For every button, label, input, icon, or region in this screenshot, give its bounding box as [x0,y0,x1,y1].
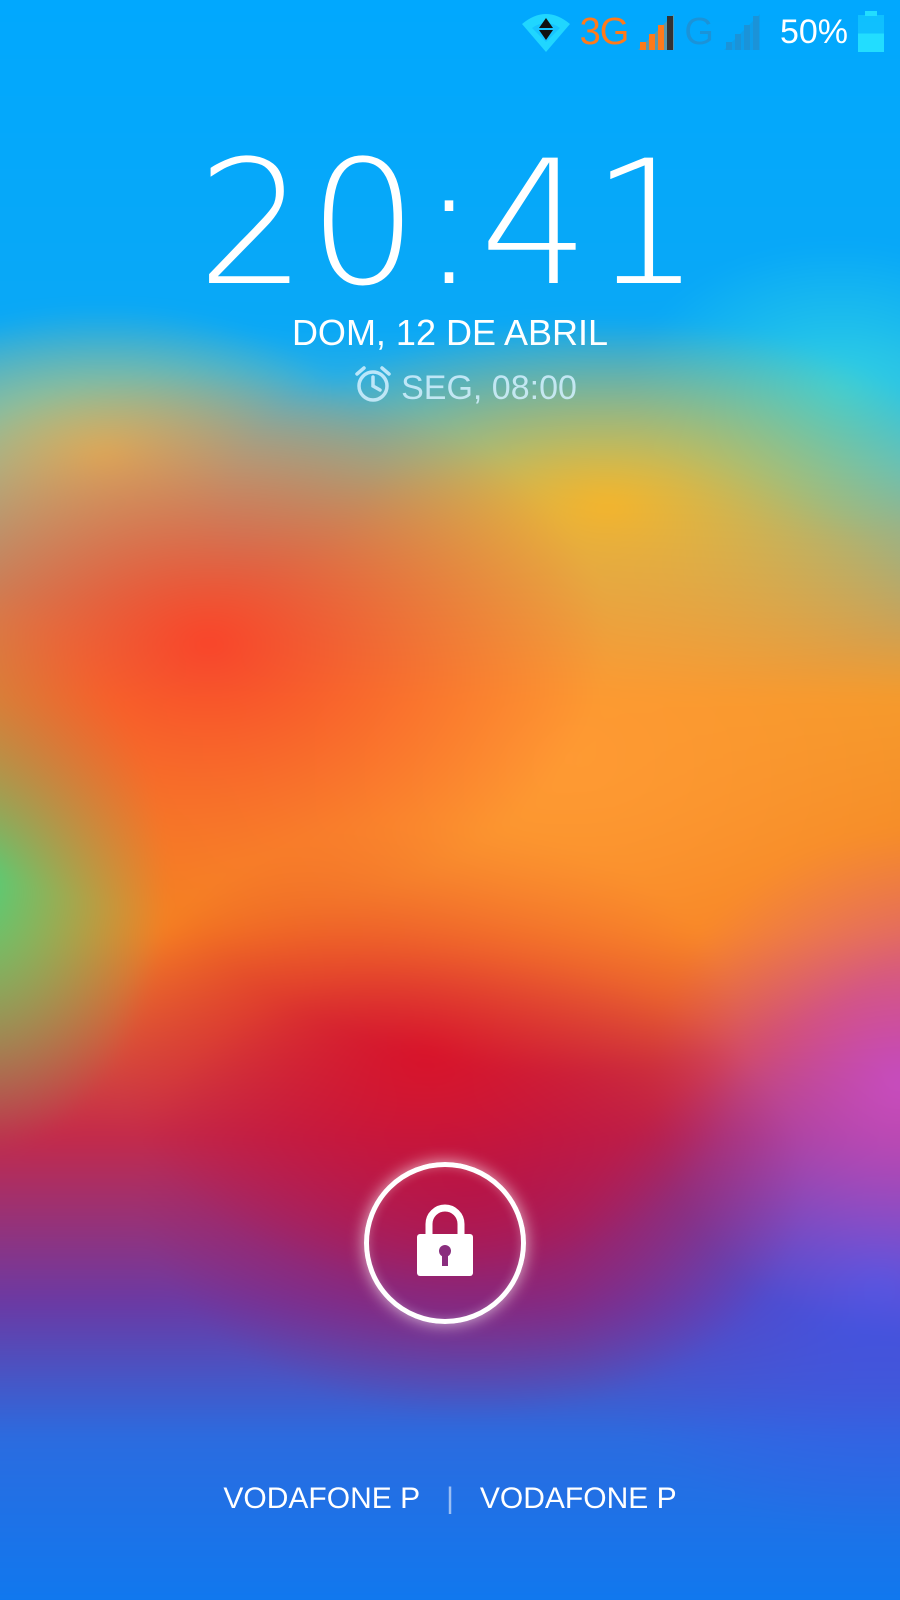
carrier-labels: VODAFONE P | VODAFONE P [0,1482,900,1516]
battery-percent: 50% [779,12,848,51]
alarm-text: SEG, 08:00 [401,369,577,407]
signal-sim1-icon [636,12,676,52]
unlock-button[interactable] [364,1162,526,1324]
lockscreen-date: DOM, 12 DE ABRIL [291,312,609,353]
padlock-icon [415,1204,475,1282]
carrier-sim1: VODAFONE P [223,1482,421,1515]
next-alarm: SEG, 08:00 [0,364,900,413]
status-bar: 3G G 50% [520,0,900,64]
carrier-separator: | [446,1482,454,1515]
network-type-sim2: G [684,10,714,53]
alarm-clock-icon [353,364,393,413]
lockscreen-clock: 20:41 [197,123,703,324]
carrier-sim2: VODAFONE P [479,1482,677,1515]
signal-sim2-icon [722,12,762,52]
battery-icon [856,11,886,53]
wifi-data-icon [520,10,572,54]
lock-screen: 3G G 50% 20:41 DOM, 12 DE ABRIL SEG, 08:… [0,0,900,1600]
network-type-sim1: 3G [579,10,630,53]
